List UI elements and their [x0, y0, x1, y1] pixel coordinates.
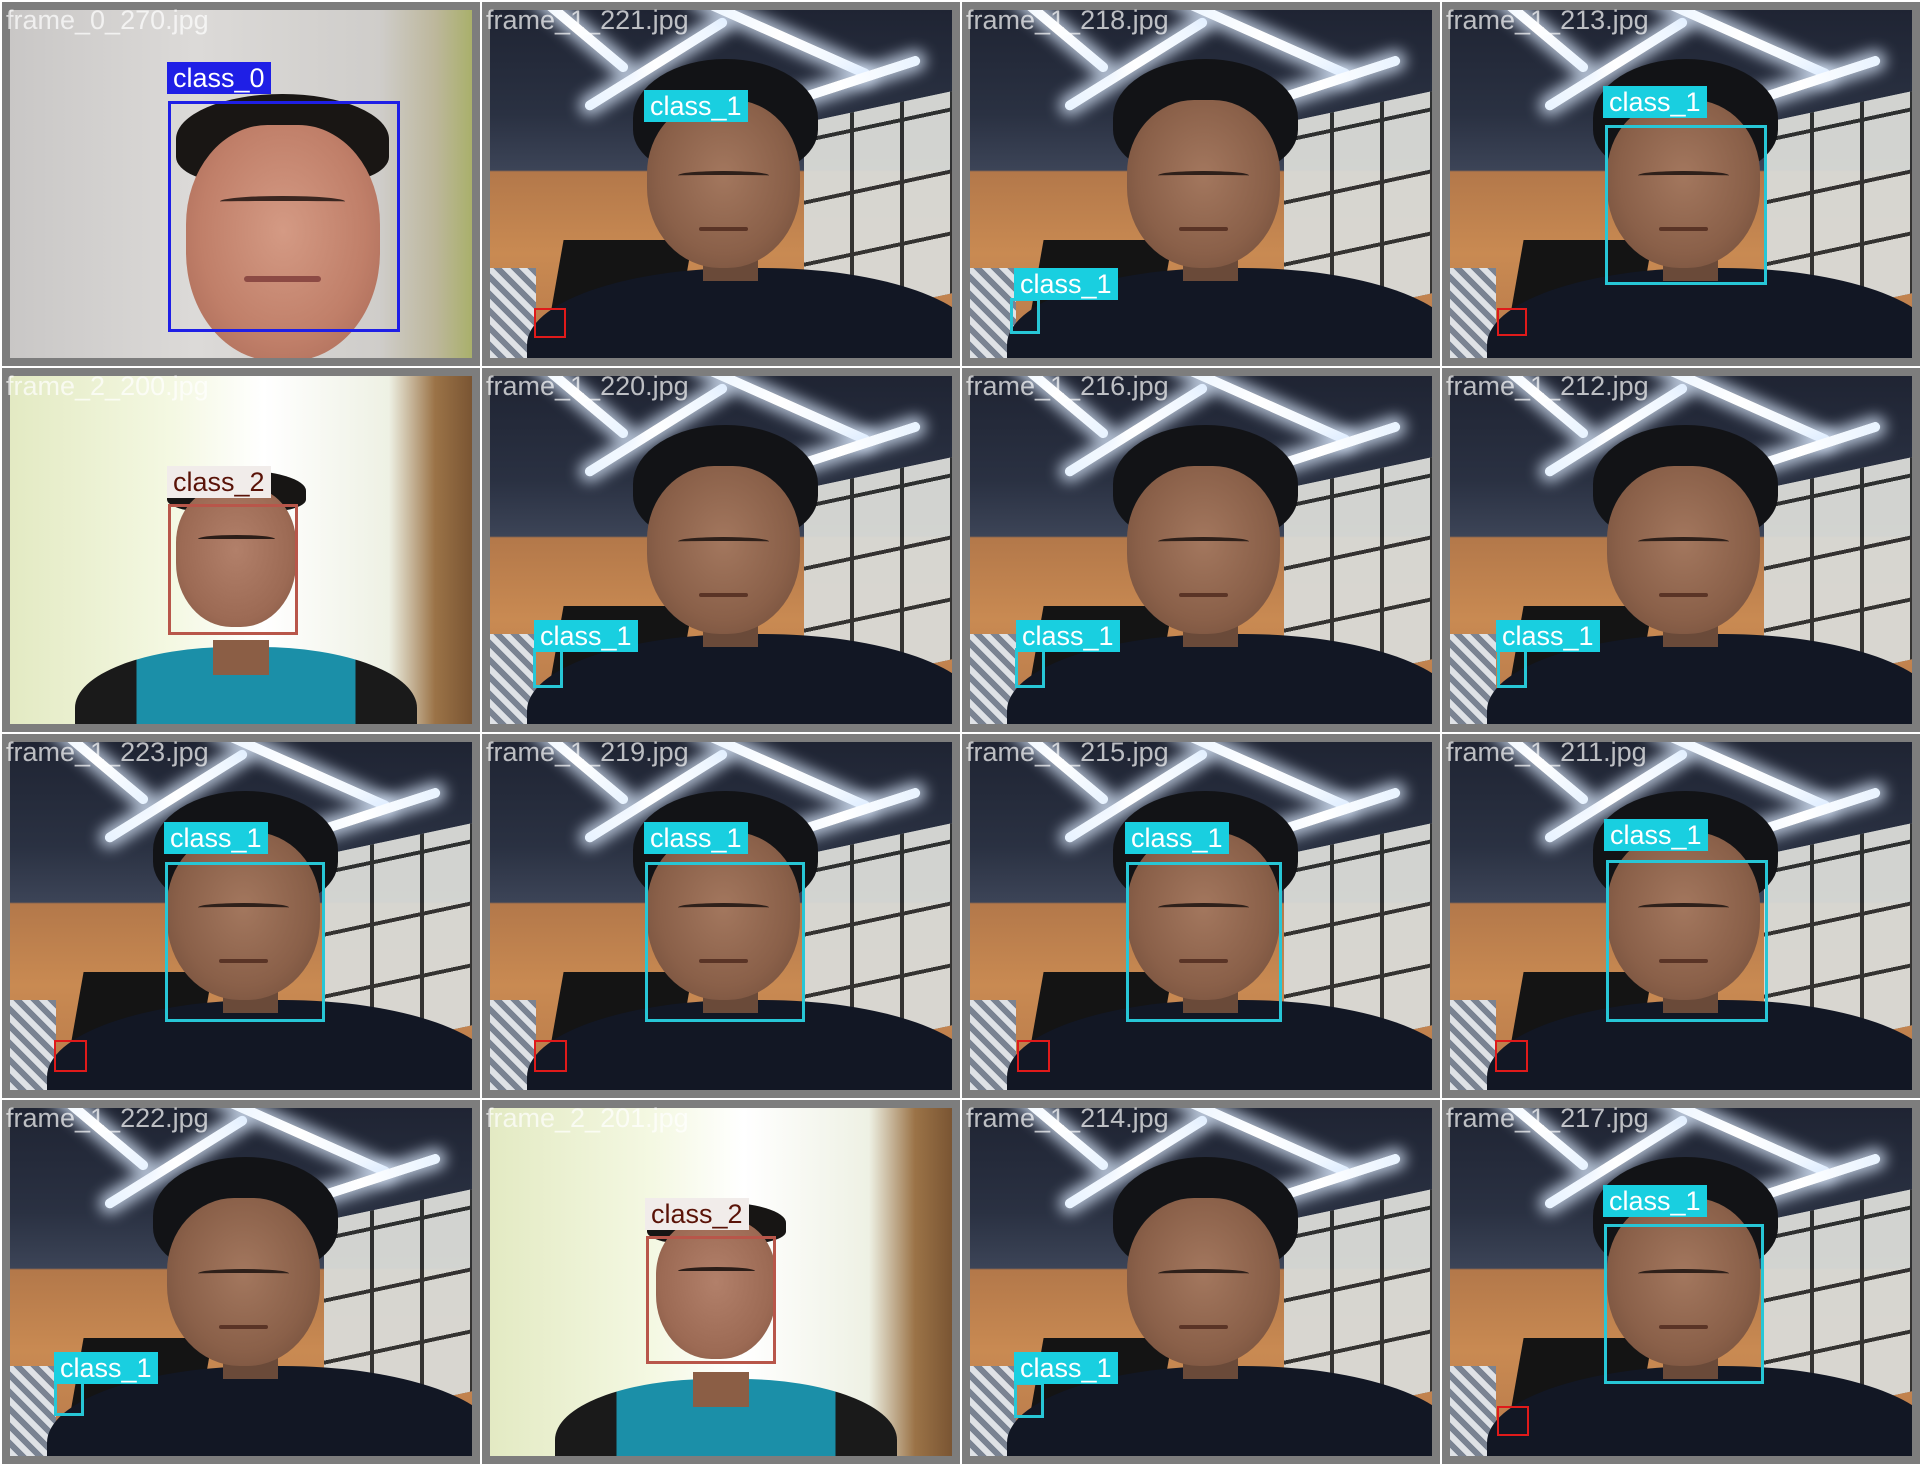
class-label-tag: class_1 — [1125, 822, 1229, 854]
bounding-box-class-2 — [646, 1236, 776, 1364]
image-tile: frame_1_220.jpg class_1 — [480, 366, 960, 732]
image-tile: frame_1_222.jpg class_1 — [0, 1098, 480, 1464]
filename-label: frame_1_220.jpg — [486, 371, 689, 401]
filename-label: frame_1_223.jpg — [6, 737, 209, 767]
bounding-box-class-1 — [1015, 648, 1045, 688]
class-label-tag: class_1 — [1496, 620, 1600, 652]
bounding-box-class-2 — [168, 504, 298, 635]
bounding-box-class-0 — [168, 101, 400, 332]
bounding-box-class-1 — [1126, 862, 1282, 1022]
bounding-box-unlabeled — [1495, 1040, 1528, 1072]
filename-label: frame_0_270.jpg — [6, 5, 209, 35]
image-tile: frame_1_221.jpg class_1 — [480, 0, 960, 366]
filename-label: frame_2_200.jpg — [6, 371, 209, 401]
class-label-tag: class_1 — [1604, 819, 1708, 851]
face — [167, 1198, 320, 1366]
image-tile: frame_0_270.jpg class_0 — [0, 0, 480, 366]
face — [1127, 1198, 1280, 1366]
bounding-box-class-1 — [1606, 860, 1768, 1022]
bounding-box-class-1 — [533, 648, 563, 688]
filename-label: frame_1_217.jpg — [1446, 1103, 1649, 1133]
class-label-tag: class_1 — [54, 1352, 158, 1384]
face — [1607, 466, 1760, 634]
neck — [693, 1372, 749, 1408]
bounding-box-unlabeled — [534, 1040, 567, 1072]
class-label-tag: class_0 — [167, 62, 271, 94]
class-label-tag: class_1 — [1016, 620, 1120, 652]
image-tile: frame_1_212.jpg class_1 — [1440, 366, 1920, 732]
class-label-tag: class_1 — [1014, 1352, 1118, 1384]
bounding-box-unlabeled — [1497, 308, 1527, 336]
image-tile: frame_1_211.jpg class_1 — [1440, 732, 1920, 1098]
bounding-box-class-1 — [1497, 648, 1527, 688]
class-label-tag: class_1 — [644, 822, 748, 854]
bounding-box-unlabeled — [534, 308, 566, 338]
image-tile: frame_1_213.jpg class_1 — [1440, 0, 1920, 366]
image-tile: frame_2_201.jpg class_2 — [480, 1098, 960, 1464]
filename-label: frame_1_213.jpg — [1446, 5, 1649, 35]
class-label-tag: class_1 — [1603, 86, 1707, 118]
filename-label: frame_1_211.jpg — [1446, 737, 1647, 767]
class-label-tag: class_2 — [167, 466, 271, 498]
class-label-tag: class_1 — [164, 822, 268, 854]
bounding-box-class-1 — [1010, 298, 1040, 334]
image-tile: frame_2_200.jpg class_2 — [0, 366, 480, 732]
bounding-box-class-1 — [54, 1380, 84, 1416]
filename-label: frame_1_216.jpg — [966, 371, 1169, 401]
face — [1127, 100, 1280, 268]
image-tile: frame_1_219.jpg class_1 — [480, 732, 960, 1098]
bounding-box-unlabeled — [54, 1040, 87, 1072]
filename-label: frame_1_219.jpg — [486, 737, 689, 767]
filename-label: frame_1_215.jpg — [966, 737, 1169, 767]
image-tile: frame_1_214.jpg class_1 — [960, 1098, 1440, 1464]
class-label-tag: class_1 — [534, 620, 638, 652]
class-label-tag: class_2 — [645, 1198, 749, 1230]
bounding-box-class-1 — [165, 862, 325, 1022]
image-tile: frame_1_217.jpg class_1 — [1440, 1098, 1920, 1464]
bounding-box-unlabeled — [1497, 1406, 1529, 1436]
filename-label: frame_1_222.jpg — [6, 1103, 209, 1133]
neck — [213, 640, 269, 676]
detection-results-mosaic: frame_0_270.jpg class_0 frame_1_221.jpgcla… — [0, 0, 1920, 1464]
image-tile: frame_1_218.jpg class_1 — [960, 0, 1440, 366]
face — [647, 100, 800, 268]
filename-label: frame_1_221.jpg — [486, 5, 689, 35]
bounding-box-class-1 — [1014, 1382, 1044, 1418]
bounding-box-class-1 — [645, 862, 805, 1022]
bounding-box-class-1 — [1605, 125, 1767, 285]
face — [1127, 466, 1280, 634]
filename-label: frame_1_218.jpg — [966, 5, 1169, 35]
filename-label: frame_1_212.jpg — [1446, 371, 1649, 401]
class-label-tag: class_1 — [644, 90, 748, 122]
class-label-tag: class_1 — [1603, 1185, 1707, 1217]
image-tile: frame_1_223.jpg class_1 — [0, 732, 480, 1098]
image-tile: frame_1_216.jpg class_1 — [960, 366, 1440, 732]
class-label-tag: class_1 — [1014, 268, 1118, 300]
filename-label: frame_2_201.jpg — [486, 1103, 689, 1133]
image-tile: frame_1_215.jpg class_1 — [960, 732, 1440, 1098]
bounding-box-unlabeled — [1017, 1040, 1050, 1072]
face — [647, 466, 800, 634]
bounding-box-class-1 — [1604, 1224, 1764, 1384]
photo — [490, 10, 952, 358]
filename-label: frame_1_214.jpg — [966, 1103, 1169, 1133]
